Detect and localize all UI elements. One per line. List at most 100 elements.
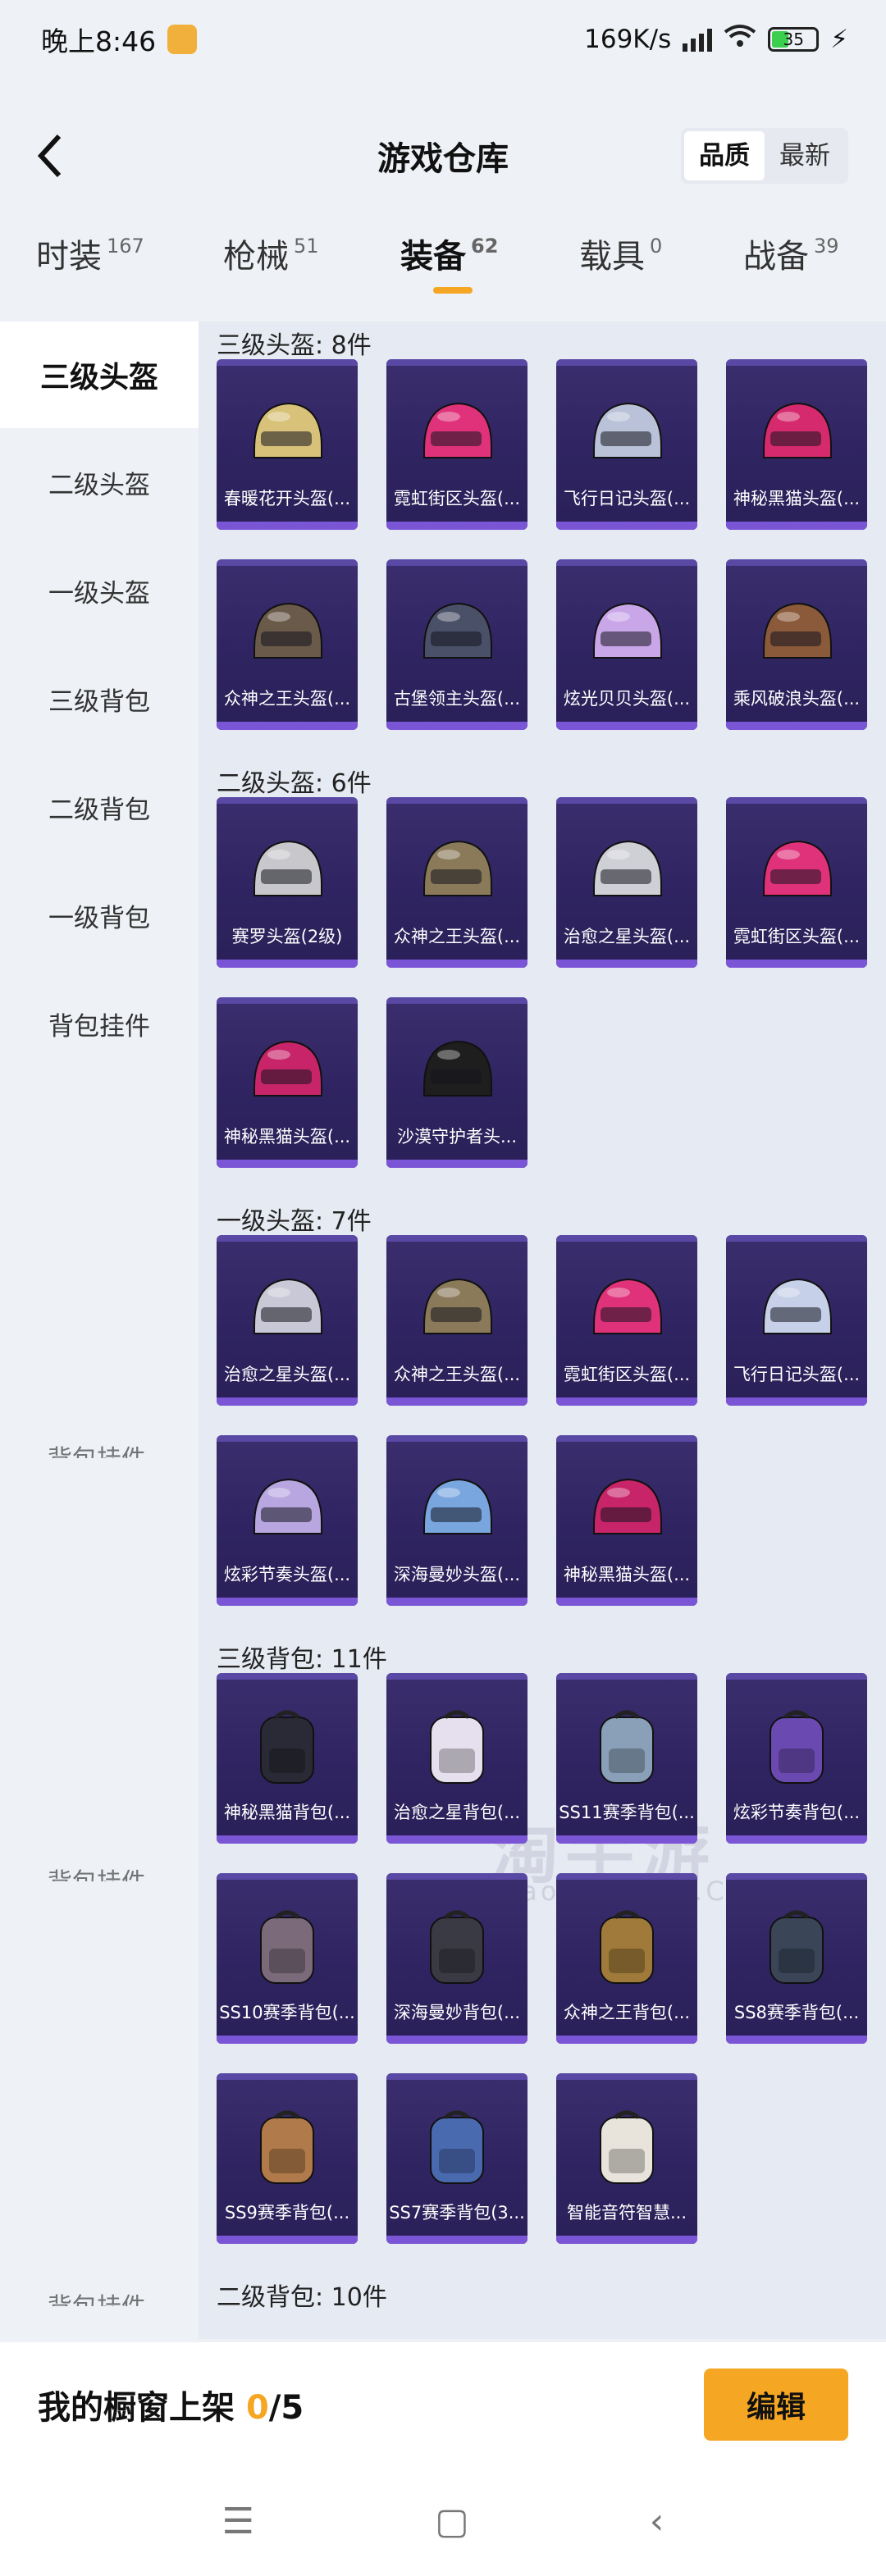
sidebar-ghost-label: 背包挂件: [48, 1862, 146, 1881]
item-card[interactable]: 治愈之星头盔(...: [217, 1235, 358, 1406]
item-card[interactable]: 众神之王头盔(...: [217, 559, 358, 730]
helmet-icon: [423, 840, 492, 896]
backpack-icon: [770, 1710, 824, 1784]
item-card[interactable]: 治愈之星头盔(...: [556, 797, 697, 968]
home-icon[interactable]: ▢: [435, 2501, 469, 2542]
tab-equipment[interactable]: 装备 62: [400, 230, 498, 294]
sort-quality-button[interactable]: 品质: [684, 131, 765, 180]
item-card[interactable]: 智能音符智慧...: [556, 2073, 697, 2244]
item-card[interactable]: 炫光贝贝头盔(...: [556, 559, 697, 730]
subcategory-sidebar: 三级头盔 二级头盔 一级头盔 三级背包 二级背包 一级背包 背包挂件 背包挂件 …: [0, 321, 199, 2339]
item-card[interactable]: 古堡领主头盔(...: [386, 559, 527, 730]
backpack-icon: [260, 1710, 314, 1784]
item-name: 众神之王头盔(...: [223, 689, 351, 709]
rarity-strip: [386, 1835, 527, 1844]
rarity-strip: [217, 1160, 358, 1168]
helmet-icon: [253, 402, 322, 458]
item-card[interactable]: 神秘黑猫背包(...: [217, 1673, 358, 1844]
rarity-strip: [556, 2236, 697, 2244]
edit-button[interactable]: 编辑: [704, 2369, 848, 2441]
item-card[interactable]: 神秘黑猫头盔(...: [726, 359, 867, 530]
section-title: 二级背包: 10件: [217, 2283, 387, 2312]
item-card[interactable]: 霓虹街区头盔(...: [726, 797, 867, 968]
charging-icon: ⚡: [830, 25, 848, 54]
sidebar-item-level2-helmet[interactable]: 二级头盔: [0, 428, 199, 536]
warehouse-page: 晚上8:46 169K/s 35 ⚡ 游戏仓库 品质 最新 时装 167 枪械 51…: [0, 0, 886, 2576]
item-card[interactable]: 飞行日记头盔(...: [556, 359, 697, 530]
item-name: 飞行日记头盔(...: [563, 489, 691, 508]
helmet-icon: [593, 602, 662, 659]
item-card[interactable]: 治愈之星背包(...: [386, 1673, 527, 1844]
item-card[interactable]: 众神之王头盔(...: [386, 797, 527, 968]
item-card[interactable]: 赛罗头盔(2级): [217, 797, 358, 968]
rarity-strip: [386, 1397, 527, 1406]
back-button[interactable]: [23, 130, 75, 182]
sidebar-ghost-label: 背包挂件: [48, 2286, 146, 2306]
item-name: 神秘黑猫头盔(...: [563, 1565, 691, 1584]
tab-fashion[interactable]: 时装 167: [36, 230, 144, 277]
rarity-strip: [217, 1397, 358, 1406]
item-card[interactable]: 深海曼妙头盔(...: [386, 1435, 527, 1606]
sidebar-item-level3-backpack[interactable]: 三级背包: [0, 645, 199, 753]
sidebar-item-level2-backpack[interactable]: 二级背包: [0, 753, 199, 861]
rarity-strip: [386, 2236, 527, 2244]
rarity-strip: [386, 960, 527, 968]
app-header: 游戏仓库 品质 最新: [0, 115, 886, 197]
item-card[interactable]: 众神之王背包(...: [556, 1873, 697, 2044]
item-name: 乘风破浪头盔(...: [733, 689, 861, 709]
item-card[interactable]: 神秘黑猫头盔(...: [556, 1435, 697, 1606]
item-card[interactable]: 乘风破浪头盔(...: [726, 559, 867, 730]
item-name: 霓虹街区头盔(...: [393, 489, 521, 508]
item-card[interactable]: SS10赛季背包(...: [217, 1873, 358, 2044]
item-name: 众神之王背包(...: [563, 2003, 691, 2022]
helmet-icon: [423, 402, 492, 458]
back-nav-icon[interactable]: ‹: [650, 2501, 664, 2542]
rarity-strip: [217, 1835, 358, 1844]
item-name: SS7赛季背包(3...: [389, 2203, 525, 2223]
helmet-icon: [423, 1278, 492, 1334]
helmet-icon: [763, 840, 832, 896]
item-card[interactable]: 众神之王头盔(...: [386, 1235, 527, 1406]
helmet-icon: [253, 602, 322, 659]
sort-newest-button[interactable]: 最新: [765, 131, 845, 180]
item-card[interactable]: 神秘黑猫头盔(...: [217, 997, 358, 1168]
item-card[interactable]: SS8赛季背包(...: [726, 1873, 867, 2044]
sidebar-item-level1-helmet[interactable]: 一级头盔: [0, 536, 199, 645]
sidebar-item-backpack-charm[interactable]: 背包挂件: [0, 969, 199, 1078]
tab-weapons[interactable]: 枪械 51: [223, 230, 319, 277]
helmet-icon: [763, 1278, 832, 1334]
item-card[interactable]: SS7赛季背包(3...: [386, 2073, 527, 2244]
tab-vehicles[interactable]: 载具 0: [579, 230, 662, 277]
item-name: 神秘黑猫头盔(...: [733, 489, 861, 508]
item-card[interactable]: SS11赛季背包(...: [556, 1673, 697, 1844]
item-name: 深海曼妙背包(...: [393, 2003, 521, 2022]
section-title: 一级头盔: 7件: [217, 1207, 372, 1236]
menu-icon[interactable]: ☰: [222, 2501, 254, 2542]
notification-icon: [167, 25, 198, 54]
rarity-strip: [386, 722, 527, 730]
item-card[interactable]: 霓虹街区头盔(...: [386, 359, 527, 530]
item-card[interactable]: 深海曼妙背包(...: [386, 1873, 527, 2044]
item-card[interactable]: SS9赛季背包(...: [217, 2073, 358, 2244]
tab-supplies[interactable]: 战备 39: [743, 230, 839, 277]
sidebar-item-level3-helmet[interactable]: 三级头盔: [0, 321, 199, 428]
system-nav-bar: ☰ ▢ ‹: [0, 2467, 886, 2576]
rarity-strip: [386, 1160, 527, 1168]
rarity-strip: [217, 522, 358, 530]
showcase-label: 我的橱窗上架 0/5: [38, 2389, 304, 2427]
item-card[interactable]: 飞行日记头盔(...: [726, 1235, 867, 1406]
item-name: 沙漠守护者头...: [396, 1127, 518, 1147]
rarity-strip: [386, 1598, 527, 1606]
item-card[interactable]: 霓虹街区头盔(...: [556, 1235, 697, 1406]
rarity-strip: [386, 2036, 527, 2044]
item-card[interactable]: 沙漠守护者头...: [386, 997, 527, 1168]
rarity-strip: [217, 722, 358, 730]
item-card[interactable]: 炫彩节奏背包(...: [726, 1673, 867, 1844]
helmet-icon: [593, 1478, 662, 1534]
item-name: 治愈之星头盔(...: [563, 927, 691, 946]
sidebar-item-level1-backpack[interactable]: 一级背包: [0, 861, 199, 969]
section-title: 二级头盔: 6件: [217, 769, 372, 798]
item-card[interactable]: 春暖花开头盔(...: [217, 359, 358, 530]
item-card[interactable]: 炫彩节奏头盔(...: [217, 1435, 358, 1606]
section-title: 三级头盔: 8件: [217, 331, 372, 360]
